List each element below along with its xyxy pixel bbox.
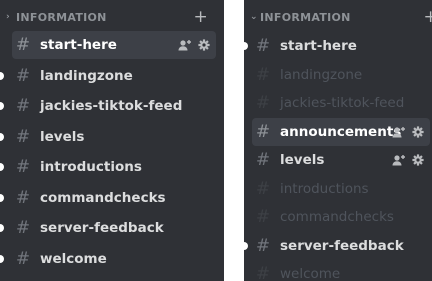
category-header[interactable]: › INFORMATION + (0, 6, 224, 28)
channel-name: jackies-tiktok-feed (40, 98, 183, 114)
channel-item-introductions[interactable]: # introductions (12, 153, 216, 181)
channel-name: commandchecks (40, 189, 166, 206)
channel-actions (178, 31, 210, 59)
channel-item-announcements[interactable]: # announcements (252, 117, 430, 146)
channel-name: landingzone (280, 66, 363, 83)
unread-indicator (0, 193, 4, 202)
add-member-icon[interactable] (392, 126, 406, 138)
channel-name: introductions (280, 180, 369, 197)
channel-name: levels (40, 128, 85, 145)
unread-indicator (0, 102, 4, 110)
hash-icon: # (255, 121, 271, 142)
unread-indicator (0, 163, 4, 171)
channel-item-jackies-tiktok-feed[interactable]: # jackies-tiktok-feed (12, 92, 216, 120)
hash-icon: # (15, 157, 31, 177)
channel-name: welcome (40, 250, 107, 267)
hash-icon: # (255, 150, 271, 170)
channel-item-welcome[interactable]: # welcome (252, 260, 430, 281)
gear-icon[interactable] (412, 125, 424, 138)
hash-icon: # (255, 264, 271, 281)
channel-name: introductions (40, 159, 142, 175)
hash-icon: # (255, 64, 271, 85)
channel-item-levels[interactable]: # levels (252, 146, 430, 174)
hash-icon: # (255, 207, 271, 227)
hash-icon: # (255, 93, 271, 113)
chevron-icon[interactable]: › (0, 12, 16, 22)
category-header[interactable]: ⌄ INFORMATION + (244, 6, 432, 28)
hash-icon: # (15, 35, 31, 55)
hash-icon: # (15, 187, 31, 208)
channel-item-welcome[interactable]: # welcome (12, 245, 216, 273)
hash-icon: # (15, 218, 31, 238)
channel-item-levels[interactable]: # levels (12, 123, 216, 151)
plus-icon[interactable]: + (193, 6, 208, 28)
channel-item-landingzone[interactable]: # landingzone (252, 61, 430, 89)
add-member-icon[interactable] (178, 39, 192, 51)
hash-icon: # (15, 65, 31, 86)
channel-name: announcements (280, 123, 402, 140)
channel-item-start-here[interactable]: # start-here (12, 31, 216, 59)
channel-item-jackies-tiktok-feed[interactable]: # jackies-tiktok-feed (252, 89, 430, 117)
channel-item-commandchecks[interactable]: # commandchecks (12, 184, 216, 212)
channel-item-introductions[interactable]: # introductions (252, 175, 430, 203)
channel-actions (392, 146, 424, 174)
hash-icon: # (15, 96, 31, 116)
channel-name: landingzone (40, 67, 133, 84)
channel-name: server-feedback (280, 237, 404, 254)
channel-name: welcome (280, 266, 341, 281)
channel-sidebar-right: ⌄ INFORMATION + # start-here # landingzone #… (244, 0, 432, 281)
category-label: INFORMATION (16, 10, 107, 24)
hash-icon: # (255, 36, 271, 56)
unread-indicator (0, 71, 4, 80)
hash-icon: # (15, 126, 31, 147)
channel-item-landingzone[interactable]: # landingzone (12, 62, 216, 90)
category-label: INFORMATION (260, 10, 351, 24)
channel-name: server-feedback (40, 220, 164, 236)
channel-item-server-feedback[interactable]: # server-feedback (252, 232, 430, 260)
channel-sidebar-left: › INFORMATION + # start-here # landingzone #… (0, 0, 224, 281)
chevron-icon[interactable]: ⌄ (244, 12, 260, 22)
hash-icon: # (255, 235, 271, 256)
channel-name: jackies-tiktok-feed (280, 95, 405, 111)
channel-item-commandchecks[interactable]: # commandchecks (252, 203, 430, 231)
unread-indicator (244, 241, 248, 250)
unread-indicator (0, 132, 4, 141)
plus-icon[interactable]: + (423, 6, 432, 28)
channel-actions (392, 118, 424, 146)
unread-indicator (0, 254, 4, 263)
gear-icon[interactable] (198, 39, 210, 51)
channel-item-start-here[interactable]: # start-here (252, 32, 430, 60)
hash-icon: # (15, 248, 31, 269)
channel-name: commandchecks (280, 209, 394, 225)
channel-name: start-here (280, 38, 357, 54)
hash-icon: # (255, 178, 271, 199)
channel-name: levels (280, 152, 325, 168)
add-member-icon[interactable] (392, 154, 406, 166)
channel-item-server-feedback[interactable]: # server-feedback (12, 214, 216, 242)
unread-indicator (0, 224, 4, 232)
gear-icon[interactable] (412, 154, 424, 166)
unread-indicator (244, 42, 248, 50)
channel-name: start-here (40, 37, 117, 53)
